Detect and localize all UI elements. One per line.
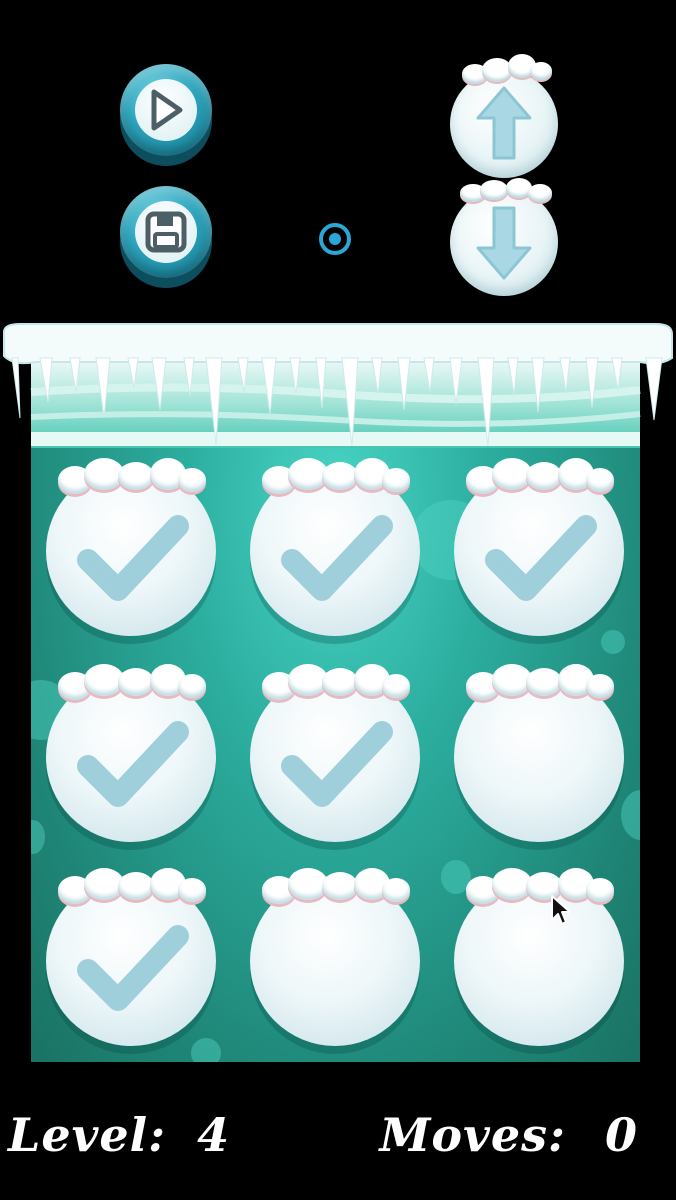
snowball-cell[interactable] [454, 458, 624, 636]
snowball-cell[interactable] [250, 458, 420, 636]
play-button[interactable] [120, 64, 212, 156]
snow-cap [46, 862, 216, 908]
target-icon[interactable] [318, 222, 352, 256]
checkmark-icon [74, 916, 190, 1016]
snow-cap [250, 862, 420, 908]
snowball-cell[interactable] [46, 458, 216, 636]
snow-cap [454, 658, 624, 704]
moves-label-text: Moves: [379, 1108, 566, 1162]
snow-cap [250, 452, 420, 498]
snowball-cell[interactable] [46, 868, 216, 1046]
moves-label: Moves: 0 [379, 1108, 638, 1162]
checkmark-icon [278, 712, 394, 812]
level-label-text: Level: [8, 1108, 167, 1162]
checkmark-icon [278, 506, 394, 606]
snow-cap [250, 658, 420, 704]
snow-cap [454, 452, 624, 498]
snowball-cell[interactable] [250, 664, 420, 842]
level-label: Level: 4 [8, 1108, 230, 1162]
moves-value: 0 [604, 1108, 638, 1162]
arrow-down-button[interactable] [450, 178, 560, 300]
checkmark-icon [482, 506, 598, 606]
snowball-cell[interactable] [454, 868, 624, 1046]
arrow-up-button[interactable] [450, 54, 560, 178]
snowball-cell[interactable] [250, 868, 420, 1046]
save-button[interactable] [120, 186, 212, 278]
checkmark-icon [74, 506, 190, 606]
level-value: 4 [197, 1108, 231, 1162]
arrow-down-icon [476, 206, 532, 280]
checkmark-icon [74, 712, 190, 812]
floppy-disk-icon [135, 201, 197, 263]
snow-cap [46, 452, 216, 498]
mouse-cursor-icon [550, 894, 571, 930]
ice-ledge [0, 322, 676, 452]
snowball-cell[interactable] [454, 664, 624, 842]
snowball-cell[interactable] [46, 664, 216, 842]
arrow-up-icon [476, 86, 532, 160]
play-icon [135, 79, 197, 141]
snow-cap [46, 658, 216, 704]
snow-cap [454, 862, 624, 908]
